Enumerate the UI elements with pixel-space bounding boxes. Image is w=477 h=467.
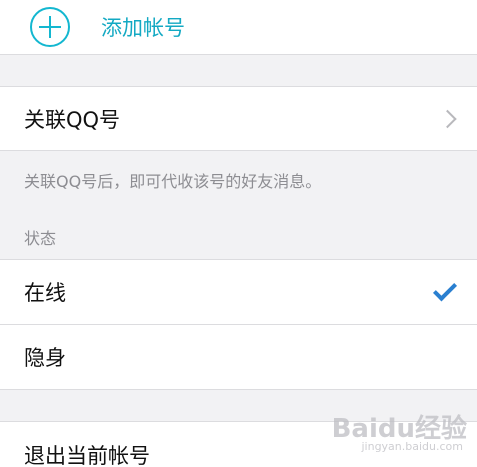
chevron-right-icon: [438, 109, 457, 128]
status-section-title: 状态: [24, 229, 57, 248]
link-qq-row[interactable]: 关联QQ号: [0, 86, 477, 151]
status-option-invisible[interactable]: 隐身: [0, 325, 477, 390]
plus-circle-icon: [30, 7, 70, 47]
link-qq-hint: 关联QQ号后，即可代收该号的好友消息。: [24, 172, 322, 191]
account-settings-page: 添加帐号 关联QQ号 关联QQ号后，即可代收该号的好友消息。 状态 在线 隐身 …: [0, 0, 477, 467]
link-qq-label: 关联QQ号: [24, 107, 121, 132]
checkmark-icon: [432, 277, 458, 302]
baidu-watermark-url: jingyan.baidu.com: [361, 440, 463, 453]
add-account-row[interactable]: 添加帐号: [0, 0, 477, 55]
add-account-label: 添加帐号: [101, 16, 185, 40]
status-option-label: 在线: [24, 281, 66, 305]
status-option-label: 隐身: [24, 346, 66, 370]
status-option-online[interactable]: 在线: [0, 259, 477, 325]
logout-label: 退出当前帐号: [24, 444, 150, 467]
